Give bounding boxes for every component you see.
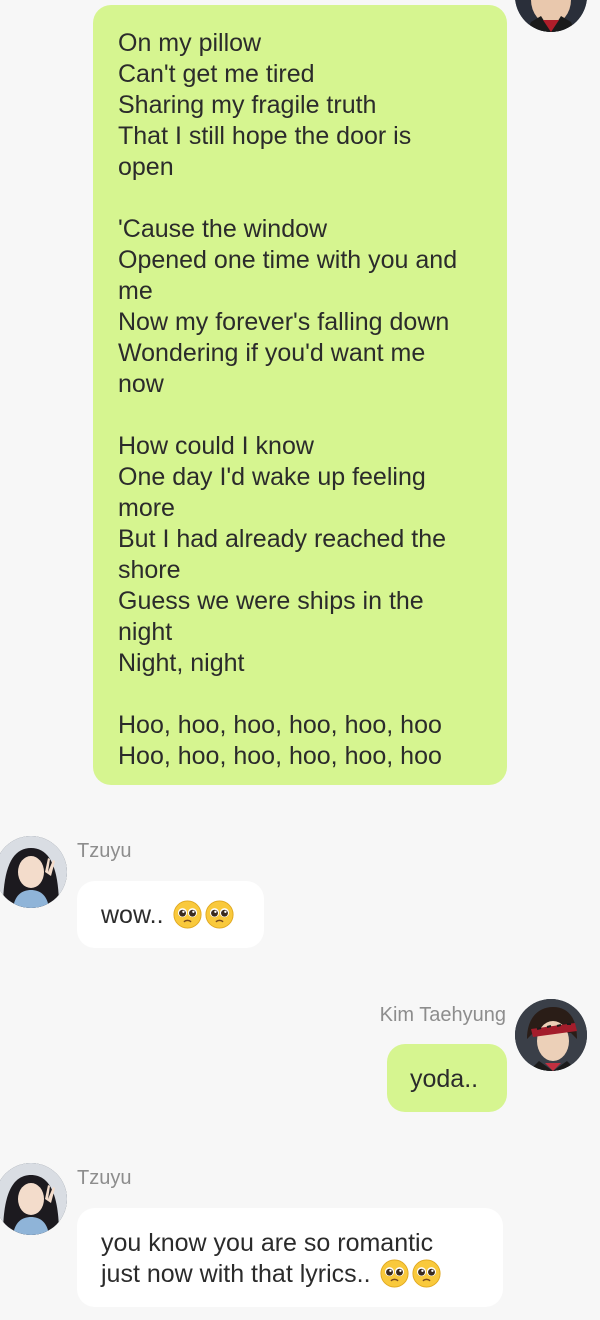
pleading-face-emoji [205, 900, 235, 929]
lyrics-line: me [118, 277, 153, 305]
lyrics-line: now [118, 370, 164, 398]
avatar-image [515, 999, 587, 1071]
lyrics-line: more [118, 494, 175, 522]
avatar-tzuyu[interactable] [0, 1163, 67, 1235]
lyrics-line: On my pillow [118, 29, 262, 57]
avatar-image [0, 836, 67, 908]
lyrics-line: 'Cause the window [118, 215, 328, 243]
lyrics-line: shore [118, 556, 181, 584]
pleading-face-emoji [380, 1259, 410, 1288]
message-text: yoda.. [410, 1065, 479, 1093]
lyrics-line: Hoo, hoo, hoo, hoo, hoo, hoo [118, 711, 442, 739]
sender-name-tzuyu: Tzuyu [77, 1167, 132, 1189]
avatar-kim-taehyung-top[interactable] [515, 0, 587, 32]
lyrics-blank-line [118, 679, 483, 710]
message-text: wow.. [101, 901, 171, 929]
lyrics-line: night [118, 618, 173, 646]
sender-name-kim-taehyung: Kim Taehyung [379, 1004, 506, 1026]
avatar-kim-taehyung[interactable] [515, 999, 587, 1071]
message-text-line-2: just now with that lyrics.. [101, 1259, 503, 1290]
lyrics-line: Hoo, hoo, hoo, hoo, hoo, hoo [118, 742, 442, 770]
lyrics-message-bubble[interactable]: On my pillow Can't get me tired Sharing my… [93, 5, 507, 785]
lyrics-blank-line [118, 183, 483, 214]
lyrics-line: Now my forever's falling down [118, 308, 450, 336]
avatar-image [515, 0, 587, 32]
lyrics-line: How could I know [118, 432, 314, 460]
lyrics-line: Sharing my fragile truth [118, 91, 377, 119]
lyrics-line: Can't get me tired [118, 60, 315, 88]
sender-name-tzuyu: Tzuyu [77, 840, 132, 862]
avatar-tzuyu[interactable] [0, 836, 67, 908]
message-text-line-1: you know you are so romantic [101, 1229, 434, 1257]
lyrics-line: Night, night [118, 649, 245, 677]
lyrics-line: That I still hope the door is [118, 122, 412, 150]
message-text: just now with that lyrics.. [101, 1260, 378, 1288]
lyrics-line: Opened one time with you and [118, 246, 458, 274]
pleading-face-emoji [173, 900, 203, 929]
lyrics-line: Wondering if you'd want me [118, 339, 426, 367]
lyrics-line: Guess we were ships in the [118, 587, 424, 615]
avatar-image [0, 1163, 67, 1235]
lyrics-line: One day I'd wake up feeling [118, 463, 426, 491]
message-bubble-tzuyu-wow[interactable]: wow.. [77, 881, 264, 948]
message-bubble-tzuyu-romantic[interactable]: you know you are so romantic just now wi… [77, 1208, 503, 1307]
message-bubble-taehyung-yoda[interactable]: yoda.. [387, 1044, 507, 1112]
lyrics-blank-line [118, 400, 483, 431]
pleading-face-emoji [412, 1259, 442, 1288]
lyrics-line: open [118, 153, 174, 181]
lyrics-line: But I had already reached the [118, 525, 447, 553]
